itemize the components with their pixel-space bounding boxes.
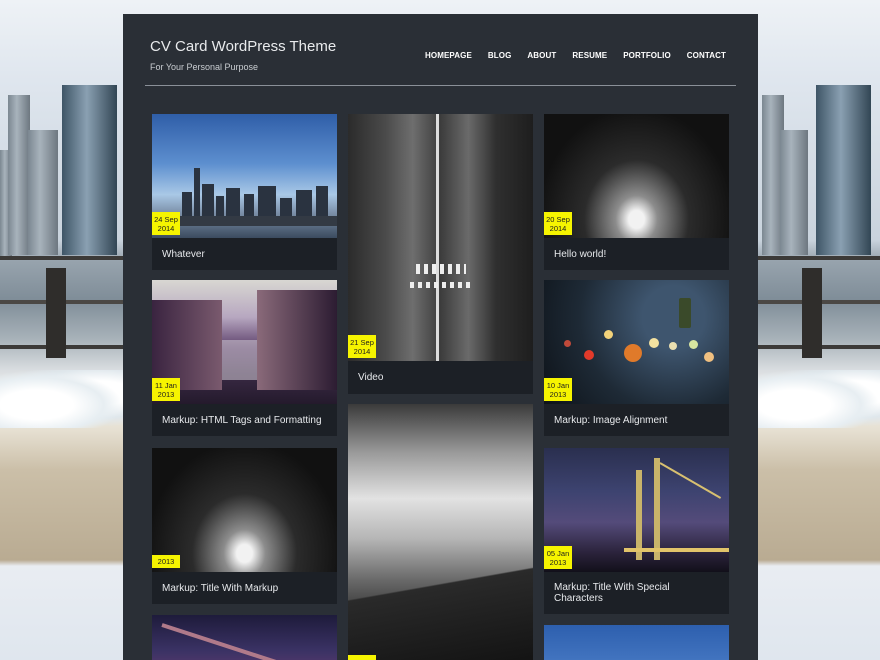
date-day: 24 Sep [154, 215, 178, 224]
date-day: 11 Jan [155, 381, 177, 390]
post-title[interactable]: Hello world! [554, 249, 719, 260]
nav-homepage[interactable]: HOMEPAGE [425, 51, 472, 60]
site-tagline: For Your Personal Purpose [150, 62, 259, 72]
post-card-mountains[interactable] [348, 404, 533, 660]
post-thumbnail[interactable] [152, 448, 337, 572]
site-title[interactable]: CV Card WordPress Theme [150, 38, 336, 55]
post-card-html-tags[interactable]: 11 Jan 2013 Markup: HTML Tags and Format… [152, 280, 337, 436]
post-card-bridge[interactable] [152, 615, 337, 660]
post-title[interactable]: Markup: Image Alignment [554, 415, 719, 426]
date-badge: 11 Jan 2013 [152, 378, 180, 401]
date-badge: 2013 [152, 555, 180, 568]
date-day: 05 Jan [546, 549, 570, 558]
post-title[interactable]: Markup: HTML Tags and Formatting [162, 415, 327, 426]
post-card-hello-world[interactable]: 20 Sep 2014 Hello world! [544, 114, 729, 270]
date-year: 2013 [549, 558, 567, 567]
post-thumbnail[interactable] [348, 404, 533, 660]
date-year: 2013 [157, 390, 175, 399]
background-photo-right [758, 0, 880, 660]
date-badge: 24 Sep 2014 [152, 212, 180, 235]
post-title[interactable]: Markup: Title With Markup [162, 583, 327, 594]
post-card-blue-sky[interactable] [544, 625, 729, 660]
post-card-title-with-markup[interactable]: 2013 Markup: Title With Markup [152, 448, 337, 604]
nav-blog[interactable]: BLOG [488, 51, 512, 60]
post-card-special-characters[interactable]: 05 Jan 2013 Markup: Title With Special C… [544, 448, 729, 614]
background-photo-left [0, 0, 123, 660]
nav-about[interactable]: ABOUT [527, 51, 556, 60]
post-thumbnail[interactable] [348, 114, 533, 361]
post-card-whatever[interactable]: 24 Sep 2014 Whatever [152, 114, 337, 270]
post-thumbnail[interactable] [152, 615, 337, 660]
date-badge: 20 Sep 2014 [544, 212, 572, 235]
date-day: 10 Jan [546, 381, 570, 390]
date-badge: 21 Sep 2014 [348, 335, 376, 358]
nav-portfolio[interactable]: PORTFOLIO [623, 51, 671, 60]
date-year: 2014 [157, 224, 175, 233]
post-title[interactable]: Whatever [162, 249, 327, 260]
date-badge: 05 Jan 2013 [544, 546, 572, 569]
post-thumbnail[interactable] [544, 625, 729, 660]
date-year: 2013 [157, 557, 175, 566]
nav-resume[interactable]: RESUME [572, 51, 607, 60]
date-badge [348, 655, 376, 660]
post-title[interactable]: Video [358, 372, 523, 383]
post-card-video[interactable]: 21 Sep 2014 Video [348, 114, 533, 394]
site-header: CV Card WordPress Theme For Your Persona… [145, 14, 736, 86]
date-badge: 10 Jan 2013 [544, 378, 572, 401]
date-year: 2014 [353, 347, 371, 356]
date-day: 20 Sep [546, 215, 570, 224]
post-title[interactable]: Markup: Title With Special Characters [554, 582, 719, 604]
post-card-image-alignment[interactable]: 10 Jan 2013 Markup: Image Alignment [544, 280, 729, 436]
main-nav: HOMEPAGE BLOG ABOUT RESUME PORTFOLIO CON… [409, 51, 726, 60]
date-year: 2013 [549, 390, 567, 399]
date-day: 21 Sep [350, 338, 374, 347]
main-panel: CV Card WordPress Theme For Your Persona… [123, 14, 758, 660]
date-year: 2014 [549, 224, 567, 233]
nav-contact[interactable]: CONTACT [687, 51, 726, 60]
